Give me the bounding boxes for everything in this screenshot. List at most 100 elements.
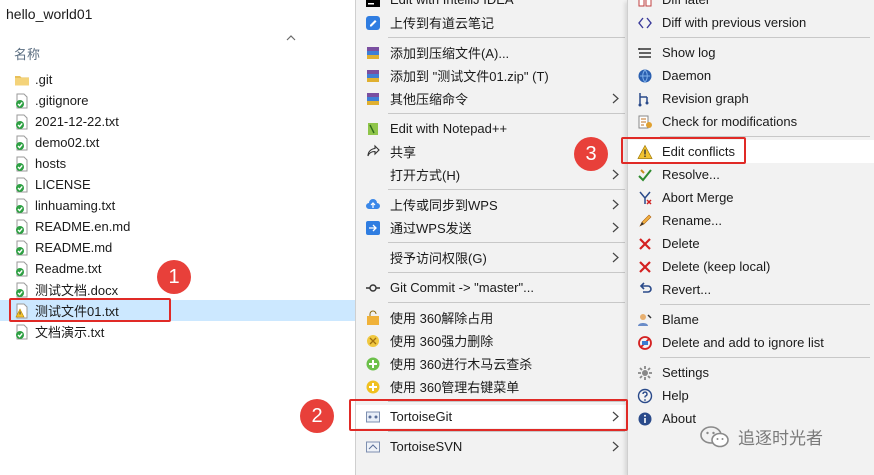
menu-item-label: 添加到压缩文件(A)...	[390, 46, 510, 61]
menu-item-delete[interactable]: Delete	[628, 232, 874, 255]
winrar-icon	[364, 44, 382, 62]
file-name: demo02.txt	[35, 135, 100, 150]
menu-item-wps-send[interactable]: 通过WPS发送	[356, 216, 629, 239]
menu-item-360-unlock[interactable]: 使用 360解除占用	[356, 306, 629, 329]
git-ok-icon	[14, 240, 30, 256]
abort-merge-icon	[636, 189, 654, 207]
help-icon	[636, 387, 654, 405]
menu-item-delete-keep[interactable]: Delete (keep local)	[628, 255, 874, 278]
highlight-selected-file	[9, 298, 171, 322]
file-row[interactable]: README.en.md	[0, 216, 355, 237]
menu-item-youdao[interactable]: 上传到有道云笔记	[356, 11, 629, 34]
menu-item-label: Settings	[662, 365, 709, 380]
file-row[interactable]: 文档演示.txt	[0, 321, 355, 342]
menu-item-label: Delete (keep local)	[662, 259, 771, 274]
menu-item-winrar[interactable]: 添加到 "测试文件01.zip" (T)	[356, 64, 629, 87]
menu-separator	[356, 269, 629, 276]
file-name: LICENSE	[35, 177, 91, 192]
menu-item-360-scan[interactable]: 使用 360进行木马云查杀	[356, 352, 629, 375]
blank-icon	[364, 166, 382, 184]
menu-item-diff[interactable]: Diff later	[628, 0, 874, 11]
menu-item-intellij[interactable]: Edit with IntelliJ IDEA	[356, 0, 629, 11]
menu-item-revision-graph[interactable]: Revision graph	[628, 87, 874, 110]
menu-item-rename[interactable]: Rename...	[628, 209, 874, 232]
file-row[interactable]: LICENSE	[0, 174, 355, 195]
log-icon	[636, 44, 654, 62]
winrar-icon	[364, 90, 382, 108]
wps-send-icon	[364, 219, 382, 237]
menu-item-label: 上传或同步到WPS	[390, 198, 498, 213]
menu-item-label: Rename...	[662, 213, 722, 228]
menu-item-revert[interactable]: Revert...	[628, 278, 874, 301]
menu-item-label: Delete and add to ignore list	[662, 335, 824, 350]
menu-item-360-manage[interactable]: 使用 360管理右键菜单	[356, 375, 629, 398]
delete-keep-icon	[636, 258, 654, 276]
git-ok-icon	[14, 282, 30, 298]
menu-item-label: Delete	[662, 236, 700, 251]
file-row[interactable]: linhuaming.txt	[0, 195, 355, 216]
file-explorer: hello_world01 名称 .git .gitignore 2021-12-2…	[0, 0, 355, 475]
menu-item-winrar[interactable]: 其他压缩命令	[356, 87, 629, 110]
menu-item-check-mods[interactable]: Check for modifications	[628, 110, 874, 133]
file-name: README.en.md	[35, 219, 131, 234]
tortoisesvn-icon	[364, 438, 382, 456]
menu-item-label: Diff with previous version	[662, 15, 807, 30]
wechat-icon	[700, 425, 729, 447]
file-row[interactable]: demo02.txt	[0, 132, 355, 153]
git-ok-icon	[14, 114, 30, 130]
menu-item-label: About	[662, 411, 696, 426]
menu-item-blame[interactable]: Blame	[628, 308, 874, 331]
menu-item-label: Daemon	[662, 68, 712, 83]
menu-item-g[interactable]: 授予访问权限(G)	[356, 246, 629, 269]
menu-item-help[interactable]: Help	[628, 384, 874, 407]
chevron-right-icon	[612, 252, 619, 263]
about-icon	[636, 410, 654, 428]
file-row[interactable]: README.md	[0, 237, 355, 258]
file-row[interactable]: .gitignore	[0, 90, 355, 111]
menu-item-ignore[interactable]: Delete and add to ignore list	[628, 331, 874, 354]
winrar-icon	[364, 67, 382, 85]
360-delete-icon	[364, 332, 382, 350]
menu-item-label: Git Commit -> "master"...	[390, 280, 534, 295]
ignore-icon	[636, 334, 654, 352]
menu-item-wps-cloud[interactable]: 上传或同步到WPS	[356, 193, 629, 216]
menu-item-winrar[interactable]: 添加到压缩文件(A)...	[356, 41, 629, 64]
wps-cloud-icon	[364, 196, 382, 214]
watermark-text: 追逐时光者	[738, 429, 823, 448]
menu-item-git-commit[interactable]: Git Commit -> "master"...	[356, 276, 629, 299]
file-row[interactable]: hosts	[0, 153, 355, 174]
chevron-right-icon	[612, 199, 619, 210]
rename-icon	[636, 212, 654, 230]
column-header-name[interactable]: 名称	[14, 44, 40, 63]
menu-separator	[356, 239, 629, 246]
menu-separator	[628, 34, 874, 41]
menu-item-diff-prev[interactable]: Diff with previous version	[628, 11, 874, 34]
file-name: Readme.txt	[35, 261, 102, 276]
git-ok-icon	[14, 219, 30, 235]
menu-item-abort-merge[interactable]: Abort Merge	[628, 186, 874, 209]
menu-item-settings[interactable]: Settings	[628, 361, 874, 384]
menu-item-label: Resolve...	[662, 167, 720, 182]
blame-icon	[636, 311, 654, 329]
git-ok-icon	[14, 261, 30, 277]
file-row[interactable]: .git	[0, 69, 355, 90]
menu-item-label: Help	[662, 388, 689, 403]
menu-item-daemon[interactable]: Daemon	[628, 64, 874, 87]
menu-item-label: 上传到有道云笔记	[390, 16, 495, 31]
chevron-right-icon	[612, 441, 619, 452]
file-name: 文档演示.txt	[35, 325, 105, 340]
file-name: hosts	[35, 156, 67, 171]
step-2-badge: 2	[300, 399, 334, 433]
360-unlock-icon	[364, 309, 382, 327]
diff-icon	[636, 0, 654, 9]
menu-item-log[interactable]: Show log	[628, 41, 874, 64]
menu-item-tortoisesvn[interactable]: TortoiseSVN	[356, 435, 629, 458]
sort-chevron-up-icon[interactable]	[286, 33, 296, 43]
menu-item-360-delete[interactable]: 使用 360强力删除	[356, 329, 629, 352]
menu-separator	[356, 34, 629, 41]
git-commit-icon	[364, 279, 382, 297]
file-name: 2021-12-22.txt	[35, 114, 119, 129]
file-row[interactable]: 2021-12-22.txt	[0, 111, 355, 132]
menu-item-label: Diff later	[662, 0, 710, 7]
menu-item-resolve[interactable]: Resolve...	[628, 163, 874, 186]
